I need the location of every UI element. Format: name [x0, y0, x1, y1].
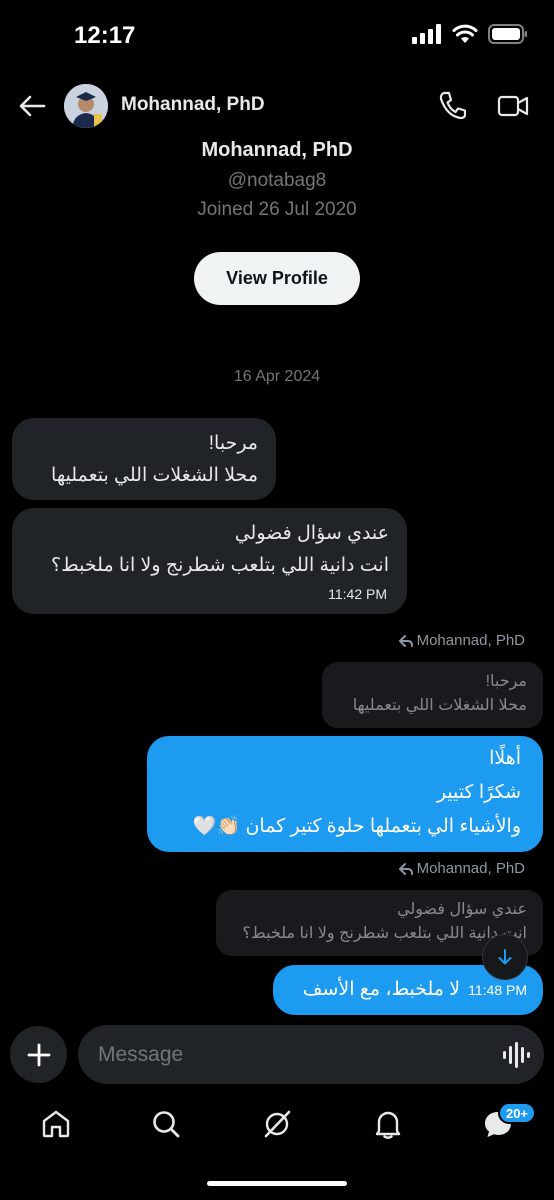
plus-icon: [27, 1043, 50, 1066]
conversation-header: Mohannad, PhD: [0, 78, 554, 134]
message-input[interactable]: [98, 1025, 488, 1084]
notifications-icon[interactable]: [372, 1108, 404, 1140]
search-icon[interactable]: [150, 1108, 182, 1140]
reply-recipient-name: Mohannad, PhD: [416, 632, 525, 649]
reply-indicator: Mohannad, PhD: [398, 632, 525, 649]
reply-arrow-icon: [398, 862, 413, 875]
battery-icon: [488, 24, 527, 44]
reply-recipient-name: Mohannad, PhD: [416, 860, 525, 877]
received-message-bubble[interactable]: عندي سؤال فضولي انت دانية اللي بتلعب شطر…: [12, 508, 407, 614]
home-icon[interactable]: [40, 1108, 72, 1140]
avatar-image: [64, 84, 108, 128]
quoted-text-line: عندي سؤال فضولي: [397, 901, 527, 918]
cellular-signal-icon: [412, 24, 441, 44]
arrow-down-icon: [498, 949, 512, 965]
sent-message-bubble[interactable]: أهلًاا شكرًا كتيير والأشياء الي بتعملها …: [147, 736, 543, 852]
view-profile-button[interactable]: View Profile: [194, 252, 360, 305]
message-text-line: مرحبا!: [208, 433, 258, 454]
wifi-icon: [452, 24, 478, 43]
voice-message-icon[interactable]: [502, 1041, 530, 1069]
bottom-tab-bar: [0, 1100, 554, 1150]
status-time: 12:17: [74, 22, 136, 49]
message-text-line: أهلًاا: [489, 748, 521, 769]
quoted-message[interactable]: مرحبا! محلا الشغلات اللي بتعمليها: [322, 662, 543, 728]
message-timestamp: 11:48 PM: [468, 982, 527, 998]
add-attachment-button[interactable]: [10, 1026, 67, 1083]
profile-joined-date: Joined 26 Jul 2020: [197, 199, 357, 220]
message-text-line: والأشياء الي بتعملها حلوة كتير كمان 👏🏻🤍: [192, 816, 521, 837]
status-icons: [412, 24, 528, 44]
message-text-line: لا ملخبط، مع الأسف: [302, 979, 461, 1000]
message-text-line: شكرًا كتيير: [436, 782, 521, 803]
back-arrow-icon[interactable]: [16, 90, 48, 122]
home-indicator: [207, 1181, 347, 1186]
message-text-line: انت دانية اللي بتلعب شطرنج ولا انا ملخبط…: [51, 555, 389, 576]
scroll-to-bottom-button[interactable]: [482, 934, 528, 980]
quoted-text-line: محلا الشغلات اللي بتعمليها: [352, 697, 527, 714]
reply-indicator: Mohannad, PhD: [398, 860, 525, 877]
phone-call-icon[interactable]: [438, 90, 466, 120]
message-composer: [78, 1025, 544, 1084]
date-separator: 16 Apr 2024: [233, 368, 321, 385]
received-message-bubble[interactable]: مرحبا! محلا الشغلات اللي بتعمليها: [12, 418, 276, 500]
video-call-icon[interactable]: [497, 92, 529, 120]
grok-icon[interactable]: [261, 1108, 293, 1140]
message-timestamp: 11:42 PM: [328, 586, 387, 602]
message-text-line: محلا الشغلات اللي بتعمليها: [51, 465, 258, 486]
quoted-text-line: انت دانية اللي بتلعب شطرنج ولا انا ملخبط…: [242, 925, 527, 942]
header-contact-name[interactable]: Mohannad, PhD: [121, 94, 265, 116]
reply-arrow-icon: [398, 634, 413, 647]
profile-name: Mohannad, PhD: [201, 139, 353, 161]
message-text-line: عندي سؤال فضولي: [234, 523, 389, 544]
messages-count-badge: 20+: [498, 1102, 536, 1124]
profile-handle: @notabag8: [227, 170, 327, 191]
quoted-text-line: مرحبا!: [485, 673, 527, 690]
avatar[interactable]: [64, 84, 108, 128]
